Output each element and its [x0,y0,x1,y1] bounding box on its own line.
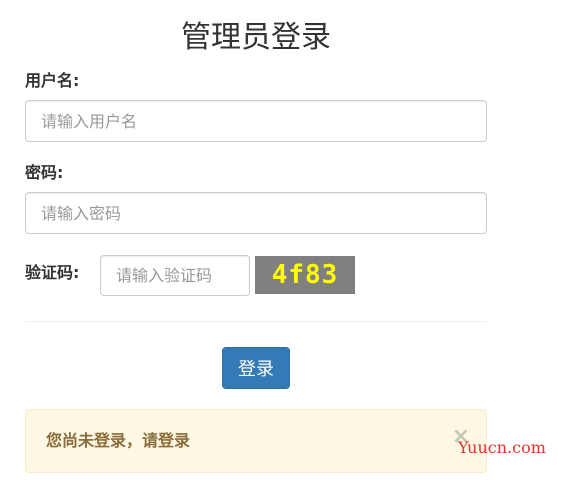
admin-login-page: 管理员登录 用户名: 密码: 验证码: 4f83 登录 您尚未登录，请登录 × … [0,0,568,502]
watermark: Yuucn.com [458,438,546,457]
login-warning-alert: 您尚未登录，请登录 × [25,409,487,473]
captcha-image-text: 4f83 [271,260,339,290]
username-input[interactable] [25,100,487,142]
captcha-label: 验证码: [25,263,80,282]
username-label: 用户名: [25,71,80,90]
captcha-input[interactable] [100,255,250,296]
page-title: 管理员登录 [181,20,331,55]
password-label: 密码: [25,163,64,182]
password-input[interactable] [25,192,487,234]
login-button[interactable]: 登录 [222,347,290,389]
captcha-image[interactable]: 4f83 [255,256,355,294]
alert-message: 您尚未登录，请登录 [46,431,191,450]
form-divider [25,321,487,322]
